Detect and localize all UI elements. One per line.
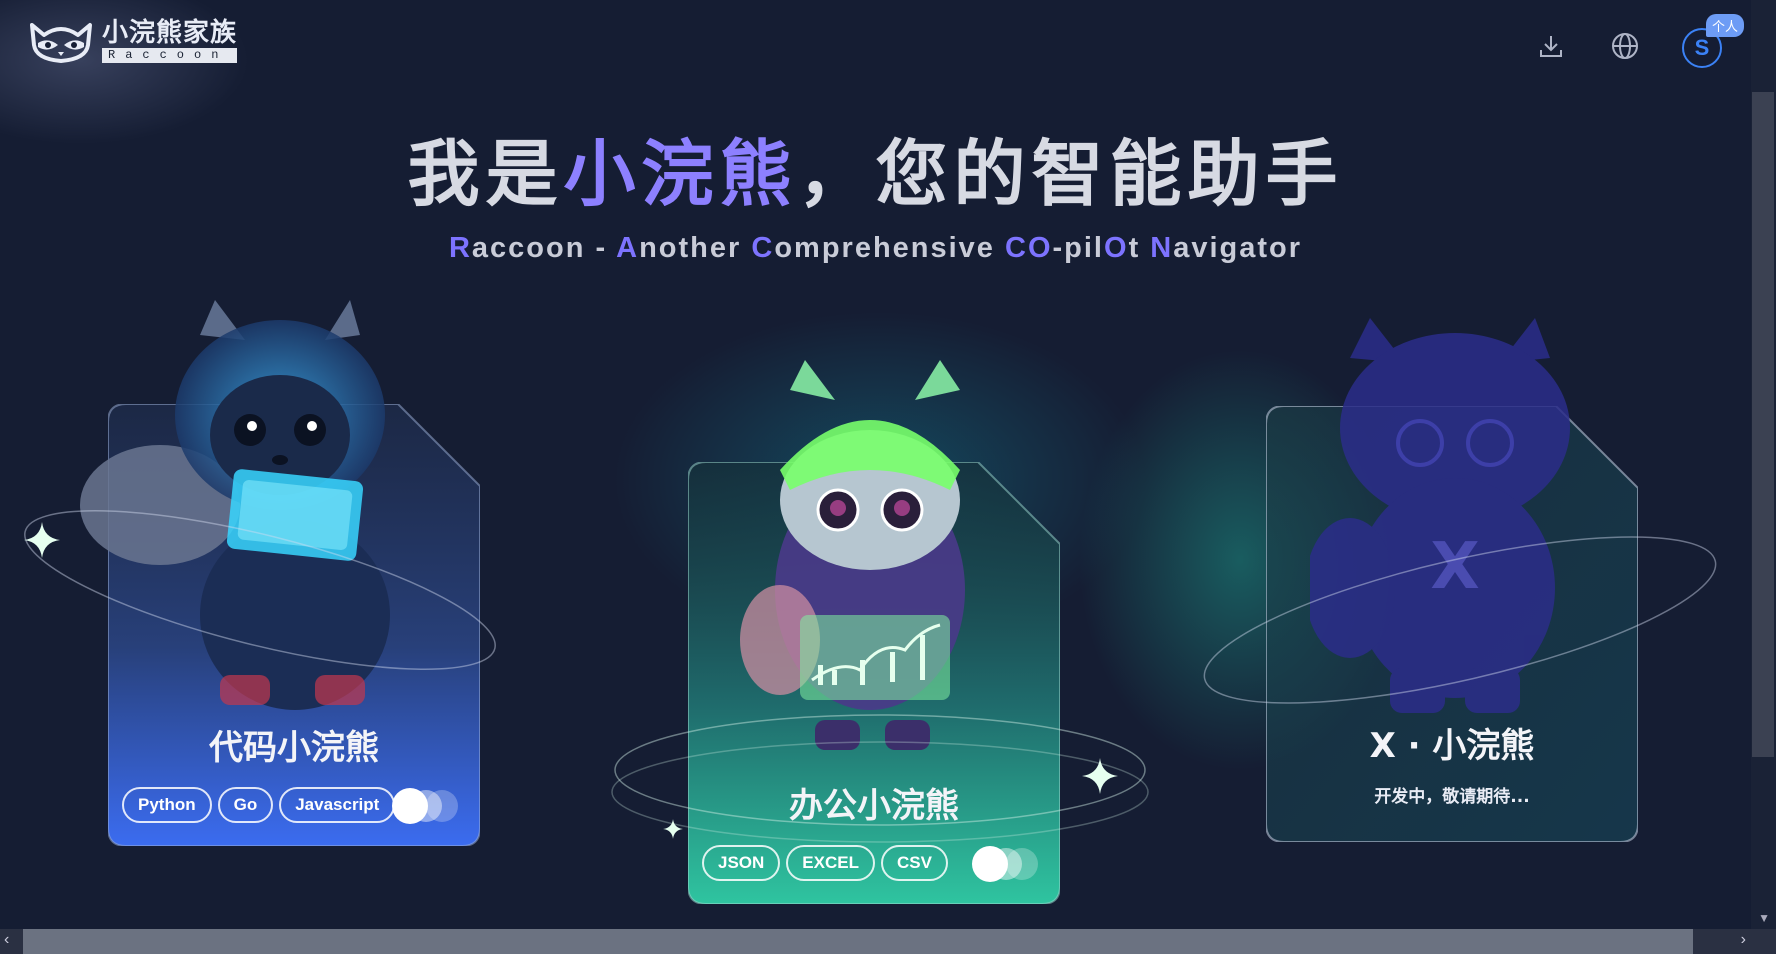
scroll-down-icon[interactable]: ▼ — [1758, 911, 1770, 925]
horizontal-scrollbar[interactable]: ‹ › — [0, 929, 1776, 954]
subtitle-segment: C — [751, 232, 775, 264]
x-raccoon-mascot: X — [1310, 318, 1570, 713]
office-raccoon-mascot — [740, 360, 965, 750]
brand-name-cn: 小浣熊家族 — [102, 18, 238, 48]
language-button[interactable] — [1608, 29, 1642, 63]
top-bar: 小浣熊家族 Raccoon S 个人 — [0, 0, 1751, 90]
subtitle-segment: accoon - — [471, 232, 617, 264]
subtitle-segment: N — [1150, 232, 1174, 264]
globe-icon — [1612, 33, 1638, 59]
download-button[interactable] — [1534, 29, 1568, 63]
subtitle-segment: CO — [1005, 232, 1053, 264]
vertical-scrollbar-thumb[interactable] — [1752, 92, 1774, 757]
coming-soon-text: 开发中，敬请期待... — [1374, 787, 1530, 807]
hero-subtitle: Raccoon - Another Comprehensive CO-pilOt… — [0, 232, 1751, 265]
scroll-right-icon[interactable]: › — [1741, 931, 1746, 949]
subtitle-segment: A — [616, 232, 640, 264]
code-raccoon-mascot — [80, 300, 390, 710]
tag-chip[interactable]: EXCEL — [786, 845, 875, 881]
tag-list: Python Go Javascript — [122, 787, 396, 823]
hero-title: 我是小浣熊，您的智能助手 — [0, 115, 1751, 220]
tag-chip[interactable]: Javascript — [279, 787, 396, 823]
card-title: 代码小浣熊 — [209, 728, 379, 768]
scroll-left-icon[interactable]: ‹ — [4, 931, 9, 949]
horizontal-scrollbar-thumb[interactable] — [23, 929, 1693, 954]
sparkle-icon — [663, 819, 683, 839]
subtitle-segment: nother — [639, 232, 752, 264]
brand-logo[interactable]: 小浣熊家族 Raccoon — [28, 18, 238, 63]
tag-chip[interactable]: CSV — [880, 845, 948, 881]
vertical-scrollbar[interactable]: ▼ — [1751, 0, 1776, 929]
sparkle-icon — [1082, 758, 1118, 794]
sparkle-icon — [24, 522, 60, 558]
brand-name-en: Raccoon — [102, 48, 238, 63]
subtitle-segment: R — [448, 232, 472, 264]
card-title: X · 小浣熊 — [1369, 726, 1535, 766]
hero-title-accent: 小浣熊 — [563, 132, 798, 216]
subtitle-segment: -pil — [1052, 232, 1104, 264]
code-toggle[interactable] — [392, 788, 462, 824]
hero-title-part1: 我是 — [407, 132, 564, 216]
subtitle-segment: t — [1128, 232, 1151, 264]
download-icon — [1540, 36, 1562, 57]
tag-chip[interactable]: JSON — [702, 845, 781, 881]
hero-title-part2: ，您的智能助手 — [797, 132, 1344, 216]
tag-chip[interactable]: Go — [217, 787, 274, 823]
subtitle-segment: O — [1104, 232, 1129, 264]
tag-list: JSON EXCEL CSV — [702, 845, 948, 881]
tag-chip[interactable]: Python — [122, 787, 212, 823]
subtitle-segment: avigator — [1173, 232, 1303, 264]
subtitle-segment: omprehensive — [774, 232, 1005, 264]
account-type-badge: 个人 — [1705, 14, 1744, 37]
office-toggle[interactable] — [972, 846, 1042, 882]
card-title: 办公小浣熊 — [789, 786, 959, 826]
x-mascot-letter: X — [1430, 530, 1479, 604]
raccoon-logo-icon — [30, 22, 92, 63]
user-menu[interactable]: S 个人 — [1682, 14, 1744, 68]
